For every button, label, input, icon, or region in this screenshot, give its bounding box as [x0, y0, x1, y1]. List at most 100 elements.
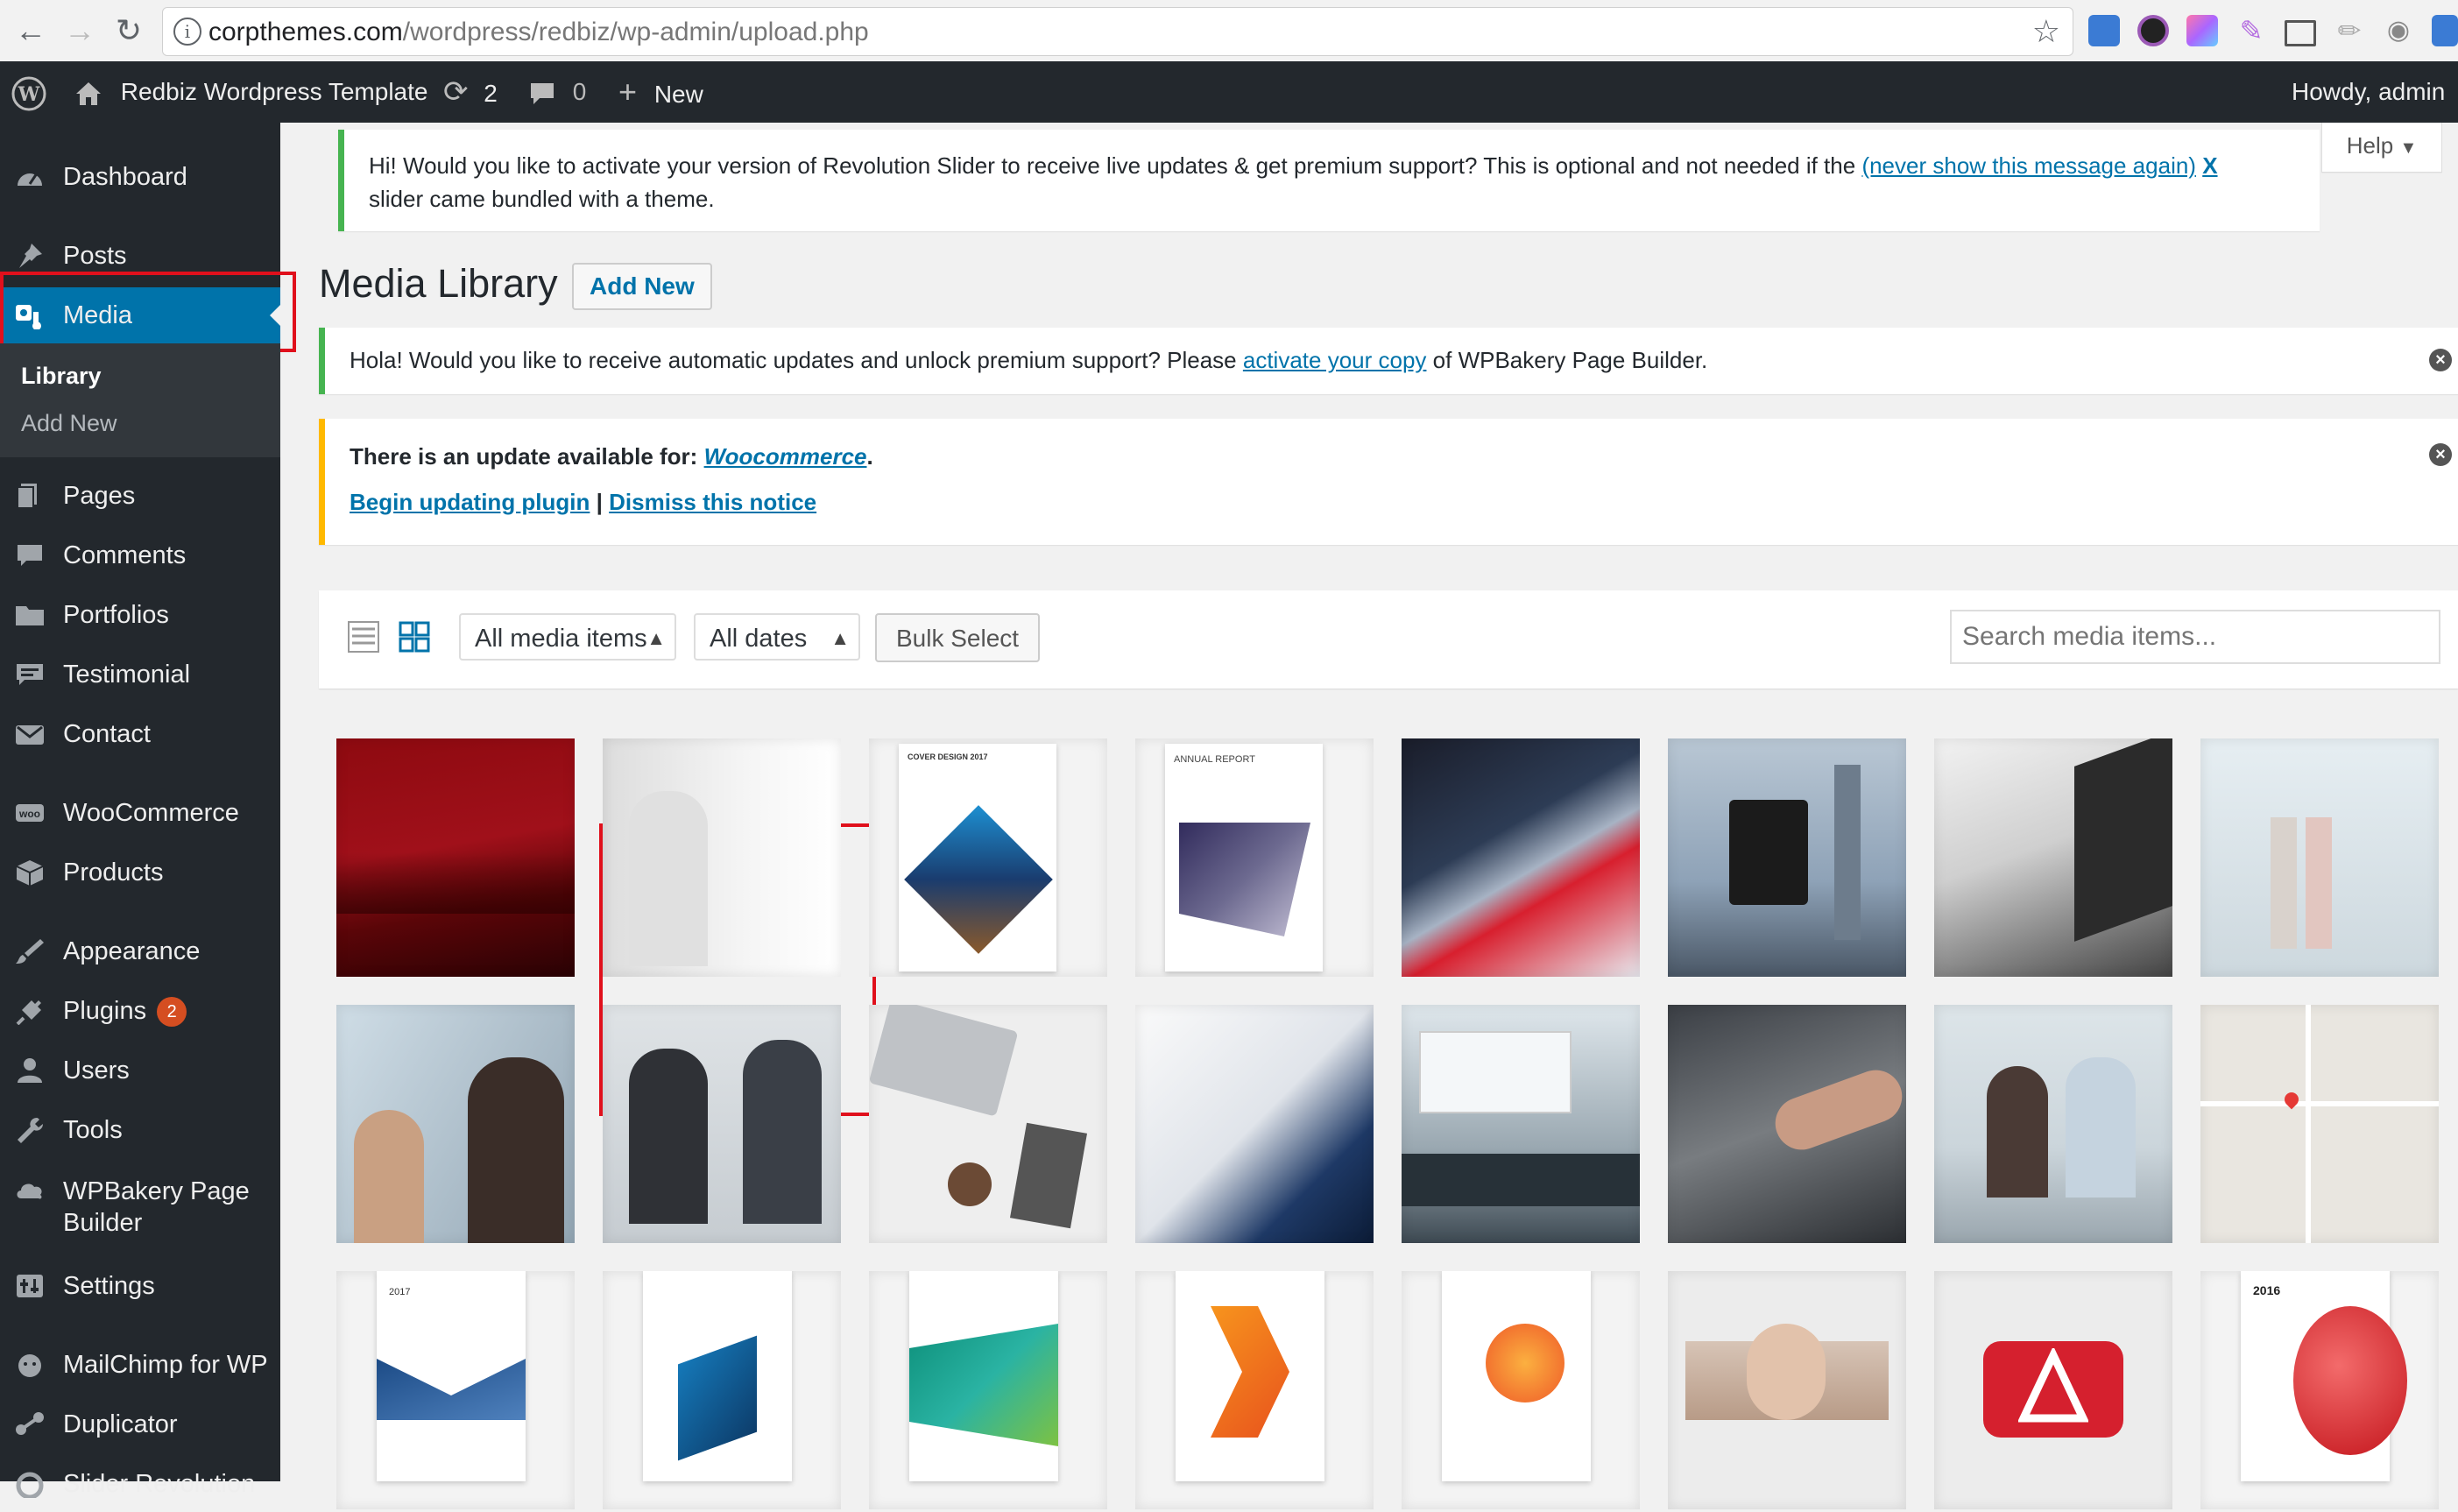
- dismiss-notice-link[interactable]: Dismiss this notice: [609, 489, 816, 515]
- dismiss-notice-icon[interactable]: ×: [2429, 349, 2452, 371]
- camera-extension-icon[interactable]: ◉: [2383, 15, 2414, 46]
- url-text: corpthemes.com/wordpress/redbiz/wp-admin…: [208, 18, 869, 46]
- sidebar-item-comments[interactable]: Comments: [0, 527, 280, 583]
- comments-link[interactable]: 0: [529, 61, 586, 123]
- sidebar-item-testimonial[interactable]: Testimonial: [0, 646, 280, 703]
- never-show-link[interactable]: (never show this message again): [1861, 152, 2196, 179]
- media-item-laptop-desk[interactable]: [869, 1005, 1107, 1243]
- begin-updating-link[interactable]: Begin updating plugin: [350, 489, 590, 515]
- duplicator-icon: [16, 1412, 44, 1435]
- bulk-select-button[interactable]: Bulk Select: [875, 613, 1041, 662]
- sidebar-item-duplicator[interactable]: Duplicator: [0, 1396, 280, 1452]
- brush-extension-icon[interactable]: ✏: [2334, 15, 2365, 46]
- new-content-link[interactable]: + New: [618, 61, 703, 123]
- media-item-annual-report-2017[interactable]: 2017: [336, 1271, 575, 1509]
- media-item-business-handshake[interactable]: [603, 738, 841, 977]
- updates-link[interactable]: ⟳ 2: [443, 61, 498, 123]
- media-item-business-handshake-office[interactable]: [603, 1005, 841, 1243]
- media-item-laptop-camera-desk[interactable]: [1934, 738, 2172, 977]
- sidebar-item-portfolios[interactable]: Portfolios: [0, 587, 280, 643]
- media-item-red-building[interactable]: [1402, 738, 1640, 977]
- media-item-cover-design[interactable]: COVER DESIGN 2017: [869, 738, 1107, 977]
- cast-icon[interactable]: [2285, 20, 2316, 46]
- wordpress-logo-icon[interactable]: W: [11, 61, 47, 123]
- browser-toolbar: ← → ↻ i corpthemes.com/wordpress/redbiz/…: [0, 0, 2458, 62]
- media-type-filter[interactable]: All media items ▲: [459, 613, 676, 661]
- select-arrows-icon: ▲: [830, 627, 850, 649]
- sidebar-item-tools[interactable]: Tools: [0, 1102, 280, 1158]
- media-item-office-women-walking[interactable]: [2200, 738, 2439, 977]
- plug-icon: [16, 1000, 41, 1025]
- media-item-annual-report-orange[interactable]: [1402, 1271, 1640, 1509]
- media-highlight-box: [0, 272, 296, 352]
- media-item-camera-cityscape[interactable]: [1668, 738, 1906, 977]
- comment-bubble-icon: [531, 82, 554, 104]
- sidebar-item-contact[interactable]: Contact: [0, 706, 280, 762]
- media-item-smiling-man[interactable]: [1668, 1271, 1906, 1509]
- sidebar-item-dashboard[interactable]: Dashboard: [0, 149, 280, 205]
- caret-down-icon: ▼: [2399, 138, 2418, 158]
- wrench-icon: [18, 1118, 43, 1143]
- media-item-annual-report-2016[interactable]: 2016: [2200, 1271, 2439, 1509]
- media-submenu: Library Add New: [0, 343, 280, 457]
- date-filter[interactable]: All dates ▲: [694, 613, 860, 661]
- woocommerce-plugin-link[interactable]: Woocommerce: [704, 443, 867, 470]
- media-item-annual-report-cover[interactable]: ANNUAL REPORT: [1135, 738, 1374, 977]
- sidebar-item-woocommerce[interactable]: woo WooCommerce: [0, 785, 280, 841]
- media-item-pointing-at-laptop[interactable]: [1668, 1005, 1906, 1243]
- revslider-notice: Hi! Would you like to activate your vers…: [338, 130, 2320, 231]
- pen-extension-icon[interactable]: ✎: [2236, 15, 2267, 46]
- extension-icon[interactable]: [2186, 15, 2218, 46]
- sidebar-item-appearance[interactable]: Appearance: [0, 923, 280, 979]
- help-tab[interactable]: Help ▼: [2321, 123, 2442, 173]
- sidebar-item-settings[interactable]: Settings: [0, 1258, 280, 1314]
- home-icon: [76, 81, 101, 105]
- bookmark-star-icon[interactable]: ☆: [2032, 13, 2060, 50]
- reload-icon[interactable]: ↻: [110, 12, 147, 49]
- user-icon: [18, 1058, 42, 1083]
- info-icon[interactable]: i: [173, 18, 201, 46]
- woo-icon: woo: [16, 804, 44, 822]
- search-media-input[interactable]: [1950, 610, 2440, 664]
- add-new-button[interactable]: Add New: [572, 263, 712, 310]
- dismiss-x-link[interactable]: X: [2202, 152, 2217, 179]
- site-name-link[interactable]: Redbiz Wordpress Template: [74, 61, 427, 123]
- sidebar-item-users[interactable]: Users: [0, 1042, 280, 1099]
- grid-view-icon[interactable]: [398, 620, 431, 654]
- forward-arrow-icon[interactable]: →: [61, 12, 98, 49]
- svg-text:woo: woo: [18, 808, 40, 820]
- media-item-signing-document[interactable]: [1135, 1005, 1374, 1243]
- address-bar[interactable]: i corpthemes.com/wordpress/redbiz/wp-adm…: [162, 7, 2073, 56]
- media-item-orange-arrows[interactable]: [1135, 1271, 1374, 1509]
- slider-icon: [16, 1472, 44, 1498]
- sidebar-item-slider-revolution[interactable]: Slider Revolution: [0, 1456, 280, 1512]
- media-item-innovative-technology[interactable]: [603, 1271, 841, 1509]
- extension-icon[interactable]: [2137, 15, 2169, 46]
- sidebar-item-wpbakery[interactable]: WPBakery Page Builder: [0, 1162, 280, 1249]
- back-arrow-icon[interactable]: ←: [12, 12, 49, 49]
- dashboard-icon: [18, 173, 42, 186]
- media-item-women-meeting[interactable]: [336, 1005, 575, 1243]
- list-view-icon[interactable]: [347, 620, 380, 654]
- extension-icon[interactable]: [2088, 15, 2120, 46]
- admin-sidebar: Dashboard Posts Media Library Add New Pa…: [0, 123, 296, 1498]
- sidebar-item-plugins[interactable]: Plugins 2: [0, 983, 280, 1039]
- media-item-map[interactable]: [2200, 1005, 2439, 1243]
- media-item-business-meeting-cafe[interactable]: [1934, 1005, 2172, 1243]
- submenu-item-add-new[interactable]: Add New: [21, 410, 117, 437]
- folder-icon: [16, 606, 44, 625]
- sidebar-item-pages[interactable]: Pages: [0, 468, 280, 524]
- media-item-revolutionary-ideas[interactable]: 2017: [869, 1271, 1107, 1509]
- submenu-item-library[interactable]: Library: [21, 363, 102, 390]
- dismiss-notice-icon[interactable]: ×: [2429, 443, 2452, 466]
- activate-copy-link[interactable]: activate your copy: [1243, 347, 1427, 373]
- media-item-red-abstract[interactable]: [336, 738, 575, 977]
- sidebar-item-products[interactable]: Products: [0, 844, 280, 901]
- mailchimp-icon: [18, 1354, 41, 1377]
- media-item-red-triangle-logo[interactable]: [1934, 1271, 2172, 1509]
- my-account-link[interactable]: Howdy, admin: [2292, 61, 2445, 123]
- sidebar-item-mailchimp[interactable]: MailChimp for WP: [0, 1337, 280, 1393]
- extension-icon[interactable]: [2432, 15, 2458, 46]
- media-item-conference-room[interactable]: [1402, 1005, 1640, 1243]
- svg-text:W: W: [18, 83, 40, 106]
